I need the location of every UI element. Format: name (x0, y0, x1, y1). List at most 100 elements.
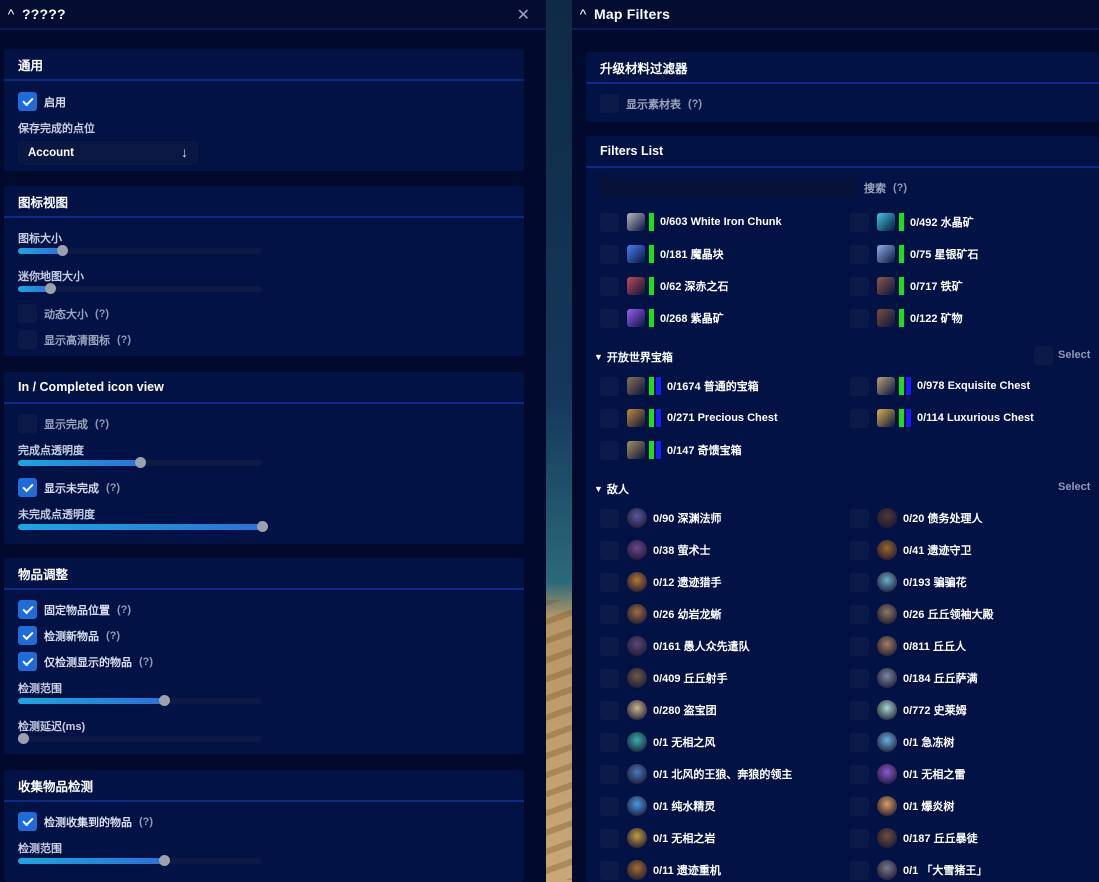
slider-knob[interactable] (17, 733, 29, 744)
help-icon[interactable]: (?) (688, 98, 702, 110)
checkbox-unchecked[interactable] (850, 764, 869, 784)
detect-new-toggle[interactable]: 检测新物品 (?) (18, 626, 120, 645)
filter-item[interactable]: 0/978 Exquisite Chest (850, 375, 1030, 397)
checkbox-unchecked[interactable] (600, 668, 619, 688)
filter-item[interactable]: 0/1 无相之岩 (600, 827, 715, 849)
slider-knob[interactable] (135, 457, 146, 468)
enable-toggle[interactable]: 启用 (18, 92, 66, 111)
checkbox-unchecked[interactable] (850, 572, 869, 592)
slider-knob[interactable] (257, 521, 268, 532)
checkbox-unchecked[interactable] (850, 308, 869, 328)
help-icon[interactable]: (?) (106, 630, 120, 642)
close-icon[interactable]: ✕ (517, 5, 530, 25)
checkbox-checked[interactable] (18, 652, 37, 671)
filter-item[interactable]: 0/187 丘丘暴徒 (850, 827, 978, 849)
show-uncompleted-toggle[interactable]: 显示未完成 (?) (18, 478, 120, 497)
checkbox-unchecked[interactable] (850, 604, 869, 624)
filter-item[interactable]: 0/268 紫晶矿 (600, 307, 724, 329)
filter-item[interactable]: 0/41 遗迹守卫 (850, 539, 971, 561)
filter-item[interactable]: 0/1674 普通的宝箱 (600, 375, 759, 397)
help-icon[interactable]: (?) (139, 656, 153, 668)
uncompleted-opacity-slider[interactable] (18, 521, 268, 532)
filter-item[interactable]: 0/193 骗骗花 (850, 571, 967, 593)
filter-item[interactable]: 0/603 White Iron Chunk (600, 211, 782, 233)
checkbox-unchecked[interactable] (850, 212, 869, 232)
chests-select-label[interactable]: Select (1058, 349, 1090, 361)
checkbox-unchecked[interactable] (18, 414, 37, 433)
filter-item[interactable]: 0/772 史莱姆 (850, 699, 967, 721)
checkbox-unchecked[interactable] (850, 408, 869, 428)
hd-icons-toggle[interactable]: 显示高清图标 (?) (18, 330, 131, 349)
collect-range-slider[interactable] (18, 855, 262, 866)
save-mode-dropdown[interactable]: Account ↓ (18, 141, 198, 165)
help-icon[interactable]: (?) (95, 418, 109, 430)
checkbox-unchecked[interactable] (850, 828, 869, 848)
checkbox-checked[interactable] (18, 812, 37, 831)
filter-item[interactable]: 0/181 魔晶块 (600, 243, 724, 265)
checkbox-unchecked[interactable] (850, 796, 869, 816)
filter-item[interactable]: 0/26 丘丘领袖大殿 (850, 603, 993, 625)
checkbox-unchecked[interactable] (600, 94, 619, 113)
filter-item[interactable]: 0/12 遗迹猎手 (600, 571, 721, 593)
filter-item[interactable]: 0/161 愚人众先遣队 (600, 635, 750, 657)
settings-titlebar[interactable]: ^ ????? ✕ (0, 0, 546, 30)
checkbox-unchecked[interactable] (600, 408, 619, 428)
checkbox-unchecked[interactable] (850, 860, 869, 880)
checkbox-unchecked[interactable] (600, 376, 619, 396)
checkbox-unchecked[interactable] (850, 376, 869, 396)
checkbox-unchecked[interactable] (600, 572, 619, 592)
help-icon[interactable]: (?) (106, 482, 120, 494)
filter-item[interactable]: 0/75 星银矿石 (850, 243, 978, 265)
checkbox-unchecked[interactable] (600, 636, 619, 656)
filter-item[interactable]: 0/11 遗迹重机 (600, 859, 721, 881)
filter-item[interactable]: 0/114 Luxurious Chest (850, 407, 1034, 429)
filter-item[interactable]: 0/122 矿物 (850, 307, 963, 329)
checkbox-unchecked[interactable] (600, 700, 619, 720)
checkbox-unchecked[interactable] (850, 276, 869, 296)
slider-knob[interactable] (56, 245, 68, 256)
show-material-table-toggle[interactable]: 显示素材表 (?) (600, 94, 702, 113)
checkbox-unchecked[interactable] (600, 308, 619, 328)
dynamic-size-toggle[interactable]: 动态大小 (?) (18, 304, 109, 323)
checkbox-unchecked[interactable] (600, 440, 619, 460)
detect-range-slider[interactable] (18, 695, 262, 706)
checkbox-unchecked[interactable] (600, 212, 619, 232)
filter-item[interactable]: 0/271 Precious Chest (600, 407, 778, 429)
checkbox-unchecked[interactable] (600, 732, 619, 752)
help-icon[interactable]: (?) (117, 604, 131, 616)
checkbox-unchecked[interactable] (600, 828, 619, 848)
search-input[interactable] (600, 178, 858, 197)
collapse-icon[interactable]: ^ (572, 6, 594, 22)
icon-size-slider[interactable] (18, 245, 262, 256)
filter-item[interactable]: 0/1 爆炎树 (850, 795, 954, 817)
filter-item[interactable]: 0/492 水晶矿 (850, 211, 974, 233)
filter-item[interactable]: 0/184 丘丘萨满 (850, 667, 978, 689)
checkbox-unchecked[interactable] (850, 540, 869, 560)
checkbox-unchecked[interactable] (600, 796, 619, 816)
checkbox-unchecked[interactable] (600, 508, 619, 528)
checkbox-unchecked[interactable] (600, 244, 619, 264)
detect-delay-slider[interactable] (17, 733, 262, 744)
checkbox-unchecked[interactable] (18, 304, 37, 323)
help-icon[interactable]: (?) (893, 182, 907, 194)
checkbox-unchecked[interactable] (18, 330, 37, 349)
checkbox-unchecked[interactable] (600, 860, 619, 880)
checkbox-unchecked[interactable] (850, 700, 869, 720)
checkbox-unchecked[interactable] (600, 604, 619, 624)
filter-item[interactable]: 0/20 债务处理人 (850, 507, 982, 529)
checkbox-checked[interactable] (18, 478, 37, 497)
checkbox-unchecked[interactable] (600, 276, 619, 296)
filter-item[interactable]: 0/147 奇馈宝箱 (600, 439, 742, 461)
filter-item[interactable]: 0/1 纯水精灵 (600, 795, 715, 817)
checkbox-checked[interactable] (18, 92, 37, 111)
enemies-select-label[interactable]: Select (1058, 481, 1090, 493)
slider-knob[interactable] (44, 283, 56, 294)
show-completed-toggle[interactable]: 显示完成 (?) (18, 414, 109, 433)
detect-collected-toggle[interactable]: 检测收集到的物品 (?) (18, 812, 153, 831)
filter-item[interactable]: 0/62 深赤之石 (600, 275, 728, 297)
checkbox-unchecked[interactable] (600, 540, 619, 560)
checkbox-unchecked[interactable] (850, 636, 869, 656)
filter-item[interactable]: 0/26 幼岩龙蜥 (600, 603, 721, 625)
collapse-icon[interactable]: ^ (0, 6, 22, 22)
detect-shown-toggle[interactable]: 仅检测显示的物品 (?) (18, 652, 153, 671)
